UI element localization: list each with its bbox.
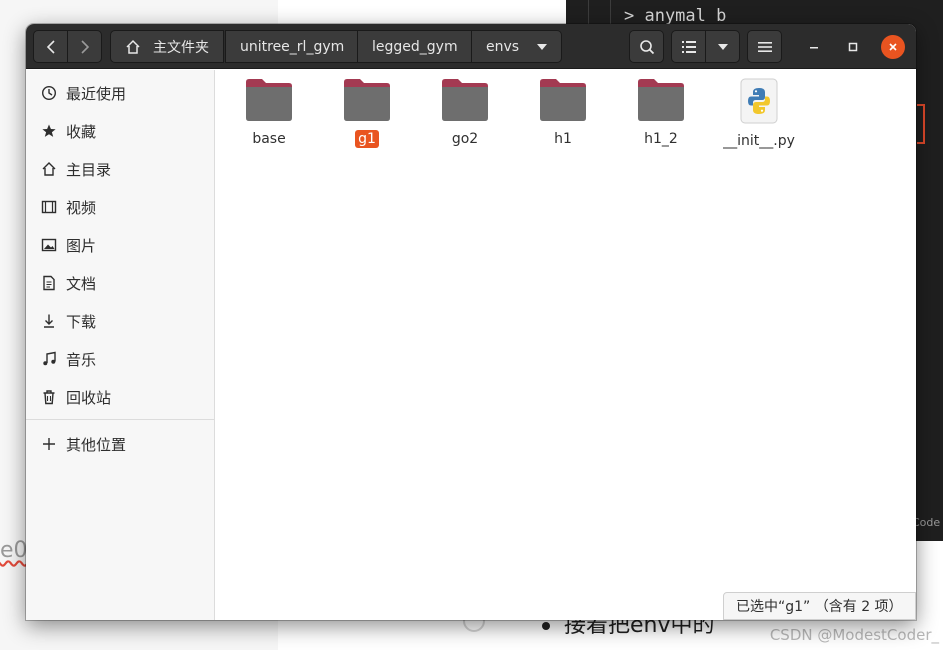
star-icon <box>40 122 58 140</box>
sidebar-item-home[interactable]: 主目录 <box>26 151 214 187</box>
caret-down-icon <box>537 43 548 50</box>
file-name: __init__.py <box>723 133 795 149</box>
sidebar-item-label: 下载 <box>66 312 97 331</box>
sidebar-divider <box>26 419 214 420</box>
breadcrumb-envs[interactable]: envs <box>471 30 563 63</box>
sidebar-item-music[interactable]: 音乐 <box>26 341 214 377</box>
sidebar: 最近使用 收藏 主目录 视频 图片 文档 下载 音乐 回收站 其他位置 <box>26 70 215 620</box>
folder-item[interactable]: h1 <box>514 78 612 148</box>
download-icon <box>40 312 58 330</box>
sidebar-item-videos[interactable]: 视频 <box>26 189 214 225</box>
sidebar-item-pictures[interactable]: 图片 <box>26 227 214 263</box>
sidebar-item-label: 视频 <box>66 198 97 217</box>
music-icon <box>40 350 58 368</box>
file-manager-window: 主文件夹 unitree_rl_gym legged_gym envs 最近使用… <box>26 24 916 620</box>
folder-icon <box>441 78 489 122</box>
breadcrumb-legged-gym[interactable]: legged_gym <box>357 30 473 63</box>
python-file-item[interactable]: __init__.py <box>710 78 808 149</box>
sidebar-item-other-locations[interactable]: 其他位置 <box>26 426 214 462</box>
sidebar-item-label: 主目录 <box>66 160 112 179</box>
minimize-button[interactable] <box>802 35 826 59</box>
watermark: CSDN @ModestCoder_ <box>769 626 939 644</box>
editor-side-text: Code <box>912 516 941 529</box>
folder-item[interactable]: base <box>220 78 318 148</box>
sidebar-item-label: 其他位置 <box>66 435 127 454</box>
header-bar: 主文件夹 unitree_rl_gym legged_gym envs <box>26 24 916 69</box>
view-options-button[interactable] <box>705 30 740 63</box>
image-icon <box>40 236 58 254</box>
code-line: > anymal_b <box>624 6 727 26</box>
highlight-mark <box>917 104 925 144</box>
sidebar-item-label: 图片 <box>66 236 97 255</box>
caret-down-icon <box>717 43 728 50</box>
file-name: h1_2 <box>644 131 678 147</box>
sidebar-item-starred[interactable]: 收藏 <box>26 113 214 149</box>
list-view-button[interactable] <box>671 30 706 63</box>
bullet-dot <box>542 622 550 630</box>
folder-item[interactable]: go2 <box>416 78 514 148</box>
folder-icon <box>343 78 391 122</box>
folder-icon <box>245 78 293 122</box>
sidebar-item-trash[interactable]: 回收站 <box>26 379 214 415</box>
home-icon <box>125 39 141 55</box>
chevron-left-icon <box>46 39 55 54</box>
hamburger-icon <box>757 41 772 52</box>
back-button[interactable] <box>33 30 68 63</box>
file-name: g1 <box>355 130 379 148</box>
sidebar-item-recent[interactable]: 最近使用 <box>26 75 214 111</box>
file-view: base g1 go2 h1 h1_2 __init__.py <box>216 70 916 620</box>
maximize-icon <box>848 42 858 52</box>
file-name: h1 <box>554 131 572 147</box>
sidebar-item-label: 最近使用 <box>66 84 127 103</box>
python-file-icon <box>735 78 783 124</box>
sidebar-item-downloads[interactable]: 下载 <box>26 303 214 339</box>
sidebar-item-label: 收藏 <box>66 122 97 141</box>
home-icon <box>40 160 58 178</box>
clock-icon <box>40 84 58 102</box>
document-icon <box>40 274 58 292</box>
forward-button[interactable] <box>67 30 102 63</box>
close-icon <box>889 43 897 51</box>
film-icon <box>40 198 58 216</box>
breadcrumb-label: 主文件夹 <box>153 39 209 56</box>
folder-item[interactable]: g1 <box>318 78 416 148</box>
search-icon <box>639 39 654 54</box>
breadcrumb-label: envs <box>486 38 520 55</box>
search-button[interactable] <box>629 30 664 63</box>
sidebar-item-label: 文档 <box>66 274 97 293</box>
background-text-fragment: e0 <box>0 538 28 563</box>
breadcrumb-home[interactable]: 主文件夹 <box>110 30 224 63</box>
plus-icon <box>40 435 58 453</box>
close-button[interactable] <box>881 35 905 59</box>
breadcrumb-label: legged_gym <box>372 38 458 55</box>
breadcrumb-label: unitree_rl_gym <box>240 38 345 55</box>
minimize-icon <box>810 47 818 49</box>
sidebar-item-documents[interactable]: 文档 <box>26 265 214 301</box>
file-name: base <box>252 131 286 147</box>
sidebar-item-label: 音乐 <box>66 350 97 369</box>
chevron-right-icon <box>80 39 89 54</box>
file-name: go2 <box>451 131 479 147</box>
breadcrumb-unitree-rl-gym[interactable]: unitree_rl_gym <box>225 30 360 63</box>
trash-icon <box>40 388 58 406</box>
sidebar-item-label: 回收站 <box>66 388 112 407</box>
selection-status: 已选中“g1” （含有 2 项） <box>723 592 916 620</box>
maximize-button[interactable] <box>841 35 865 59</box>
folder-icon <box>539 78 587 122</box>
folder-icon <box>637 78 685 122</box>
folder-item[interactable]: h1_2 <box>612 78 710 148</box>
list-view-icon <box>681 40 696 53</box>
menu-button[interactable] <box>747 30 782 63</box>
